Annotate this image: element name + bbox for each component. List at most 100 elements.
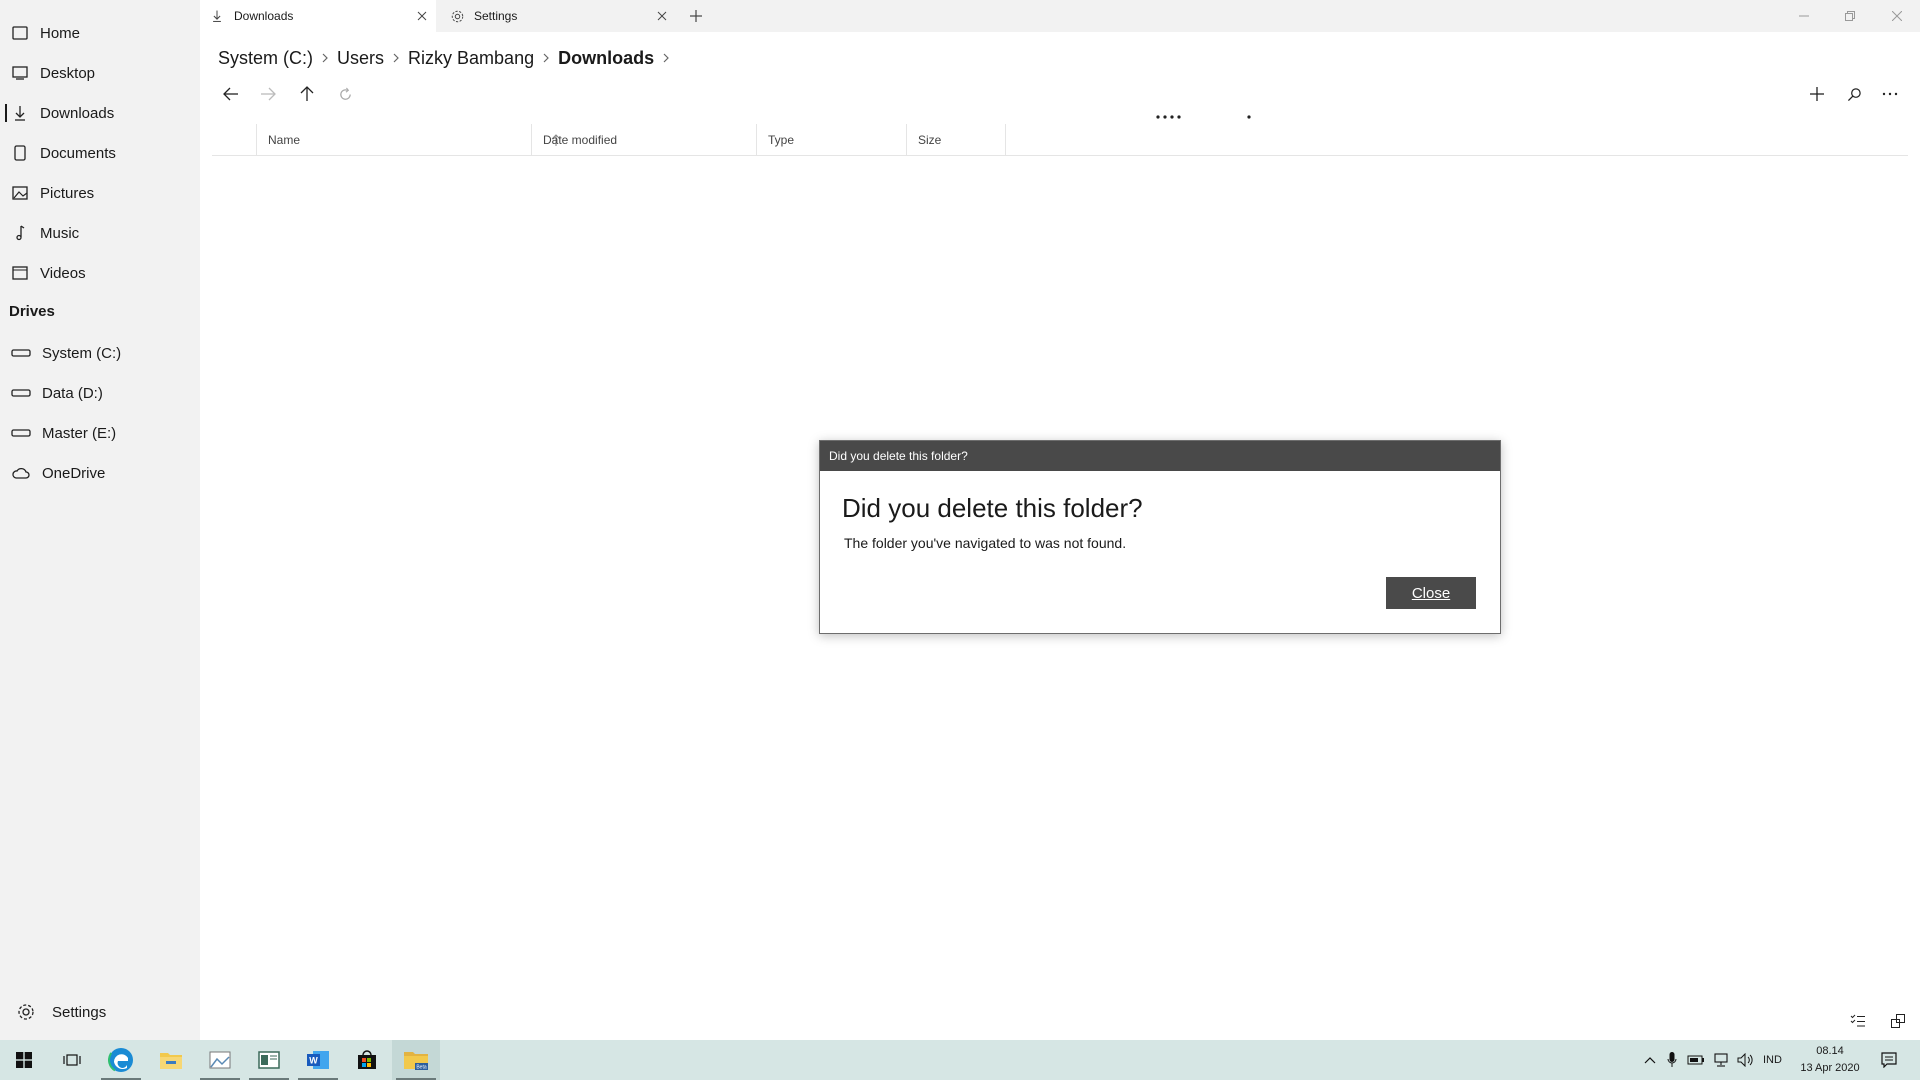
refresh-icon bbox=[339, 87, 351, 100]
clock[interactable]: 08.14 13 Apr 2020 bbox=[1798, 1043, 1862, 1077]
taskbar-app-word[interactable]: W bbox=[294, 1040, 342, 1080]
sidebar-item-documents[interactable]: Documents bbox=[0, 133, 200, 173]
task-view-icon bbox=[63, 1054, 81, 1066]
sidebar-item-downloads[interactable]: Downloads bbox=[0, 93, 200, 133]
column-header-label: Size bbox=[918, 133, 942, 147]
arrow-up-icon bbox=[300, 86, 314, 101]
chevron-right-icon[interactable] bbox=[662, 52, 670, 64]
tab-settings[interactable]: Settings bbox=[440, 0, 676, 32]
home-icon bbox=[0, 13, 40, 53]
chevron-right-icon bbox=[321, 52, 329, 64]
files-beta-icon: Beta bbox=[404, 1052, 428, 1071]
language-indicator[interactable]: IND bbox=[1763, 1040, 1782, 1080]
loading-indicator bbox=[1156, 115, 1251, 119]
microphone-tray[interactable] bbox=[1662, 1040, 1682, 1080]
drive-icon bbox=[0, 373, 42, 413]
breadcrumb-item[interactable]: Users bbox=[337, 48, 384, 69]
new-tab-button[interactable] bbox=[680, 0, 712, 32]
close-window-button[interactable] bbox=[1874, 0, 1920, 32]
clock-date: 13 Apr 2020 bbox=[1800, 1062, 1860, 1074]
taskbar: W Beta IND 08.14 13 Apr 2020 bbox=[0, 1040, 1920, 1080]
back-button[interactable] bbox=[215, 78, 247, 110]
file-explorer-icon bbox=[160, 1053, 182, 1069]
sidebar-item-onedrive[interactable]: OneDrive bbox=[0, 453, 200, 493]
column-header-size[interactable]: Size bbox=[906, 124, 1006, 156]
breadcrumb-current[interactable]: Downloads bbox=[558, 48, 654, 69]
sidebar-item-desktop[interactable]: Desktop bbox=[0, 53, 200, 93]
plus-icon bbox=[1810, 87, 1824, 101]
sidebar-item-settings[interactable]: Settings bbox=[0, 992, 200, 1032]
search-icon bbox=[1847, 87, 1861, 101]
taskbar-app-generic[interactable] bbox=[245, 1040, 293, 1080]
sidebar-item-pictures[interactable]: Pictures bbox=[0, 173, 200, 213]
notification-icon bbox=[1881, 1052, 1897, 1068]
column-header-name[interactable]: Name bbox=[256, 124, 561, 156]
action-center-button[interactable] bbox=[1873, 1040, 1905, 1080]
search-button[interactable] bbox=[1838, 78, 1870, 110]
taskbar-app-edge[interactable] bbox=[97, 1040, 145, 1080]
close-icon[interactable] bbox=[408, 0, 436, 32]
refresh-button[interactable] bbox=[329, 78, 361, 110]
download-icon bbox=[0, 93, 40, 133]
task-view-button[interactable] bbox=[48, 1040, 96, 1080]
download-icon bbox=[200, 0, 234, 32]
taskbar-app-photos[interactable] bbox=[196, 1040, 244, 1080]
microphone-icon bbox=[1667, 1052, 1677, 1067]
close-button[interactable]: Close bbox=[1386, 577, 1476, 609]
battery-tray[interactable] bbox=[1685, 1040, 1707, 1080]
taskbar-app-files-beta[interactable]: Beta bbox=[392, 1040, 440, 1080]
taskbar-app-store[interactable] bbox=[343, 1040, 391, 1080]
clock-time: 08.14 bbox=[1816, 1045, 1844, 1057]
sidebar-item-label: System (C:) bbox=[42, 344, 122, 362]
tiles-view-button[interactable] bbox=[1885, 1008, 1911, 1034]
edge-icon bbox=[108, 1047, 134, 1073]
document-icon bbox=[0, 133, 40, 173]
sidebar-item-drive-e[interactable]: Master (E:) bbox=[0, 413, 200, 453]
details-view-button[interactable] bbox=[1845, 1008, 1871, 1034]
tab-label: Settings bbox=[474, 9, 518, 23]
sidebar-item-label: Data (D:) bbox=[42, 384, 103, 402]
up-button[interactable] bbox=[291, 78, 323, 110]
sidebar-item-label: OneDrive bbox=[42, 464, 106, 482]
minimize-button[interactable] bbox=[1781, 0, 1827, 32]
start-button[interactable] bbox=[0, 1040, 48, 1080]
more-options-button[interactable] bbox=[1874, 78, 1906, 110]
breadcrumb-item[interactable]: System (C:) bbox=[218, 48, 313, 69]
sidebar-item-home[interactable]: Home bbox=[0, 13, 200, 53]
volume-tray[interactable] bbox=[1735, 1040, 1757, 1080]
breadcrumb-item[interactable]: Rizky Bambang bbox=[408, 48, 534, 69]
forward-button[interactable] bbox=[252, 78, 284, 110]
taskbar-app-file-explorer[interactable] bbox=[147, 1040, 195, 1080]
cloud-icon bbox=[0, 453, 42, 493]
dialog-titlebar: Did you delete this folder? bbox=[820, 441, 1500, 471]
sidebar-item-music[interactable]: Music bbox=[0, 213, 200, 253]
sidebar-item-label: Videos bbox=[40, 264, 86, 282]
column-header-type[interactable]: Type bbox=[756, 124, 906, 156]
picture-icon bbox=[0, 173, 40, 213]
sidebar-item-drive-d[interactable]: Data (D:) bbox=[0, 373, 200, 413]
column-header-date-modified[interactable]: Date modified bbox=[531, 124, 756, 156]
sidebar: Home Desktop Downloads Documents Picture… bbox=[0, 0, 200, 1040]
network-tray[interactable] bbox=[1710, 1040, 1732, 1080]
video-icon bbox=[0, 253, 40, 293]
sidebar-item-drive-c[interactable]: System (C:) bbox=[0, 333, 200, 373]
new-item-button[interactable] bbox=[1801, 78, 1833, 110]
plus-icon bbox=[690, 10, 702, 22]
svg-text:Beta: Beta bbox=[416, 1065, 427, 1071]
column-header-label: Type bbox=[768, 133, 795, 147]
restore-button[interactable] bbox=[1827, 0, 1873, 32]
more-icon bbox=[1882, 92, 1898, 96]
sidebar-item-label: Desktop bbox=[40, 64, 96, 82]
close-icon[interactable] bbox=[648, 0, 676, 32]
gear-icon bbox=[0, 992, 52, 1032]
tab-label: Downloads bbox=[234, 9, 294, 23]
network-icon bbox=[1714, 1053, 1728, 1067]
show-hidden-icons-button[interactable] bbox=[1640, 1040, 1660, 1080]
dialog-heading: Did you delete this folder? bbox=[842, 493, 1143, 523]
sidebar-item-videos[interactable]: Videos bbox=[0, 253, 200, 293]
drives-header: Drives bbox=[9, 303, 55, 320]
tab-downloads[interactable]: Downloads bbox=[200, 0, 436, 32]
column-header-row: Name Date modified Type Size bbox=[212, 124, 1908, 156]
sidebar-item-label: Home bbox=[40, 24, 81, 42]
details-view-icon bbox=[1850, 1014, 1865, 1027]
